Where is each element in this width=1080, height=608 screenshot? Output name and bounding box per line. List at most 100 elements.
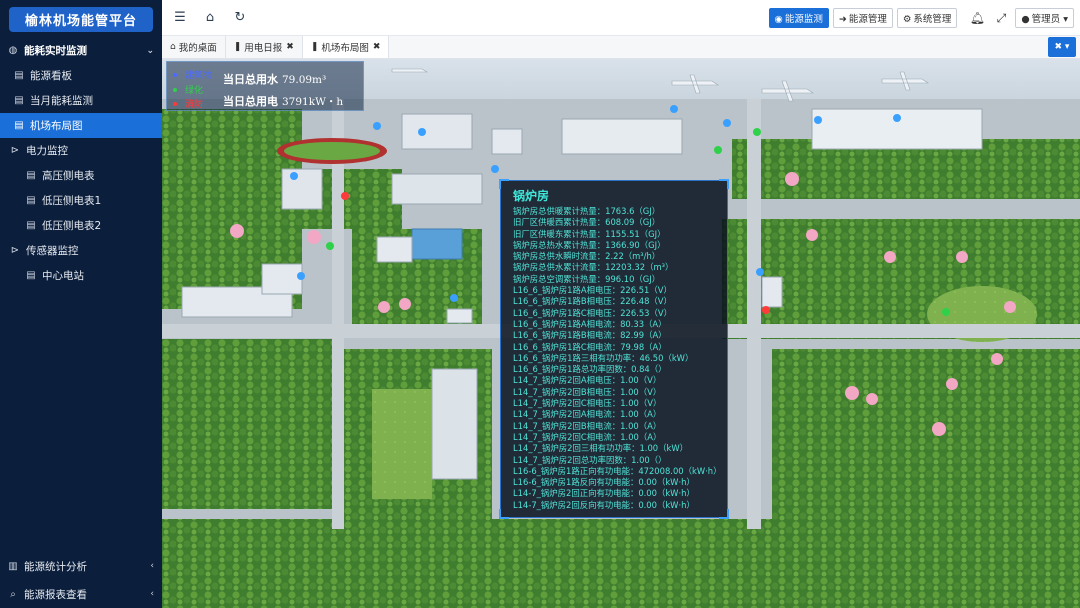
daily-water-summary: 当日总用水 79.09m³: [223, 71, 326, 87]
energy-manage-button[interactable]: ➜ 能源管理: [832, 8, 893, 28]
daily-power-summary: 当日总用电 3791kW・h: [223, 93, 343, 109]
popup-line: L14_7_锅炉房2回B相电压：1.00（V）: [513, 386, 662, 397]
daily-power-value: 3791kW・h: [282, 96, 344, 108]
gear-icon: ⚙: [902, 14, 912, 25]
sidebar-section-reports[interactable]: ⌕ 能源报表查看 ‹: [0, 580, 162, 608]
close-icon[interactable]: ✖: [373, 42, 381, 52]
popup-line: L14_7_锅炉房2回A相电压：1.00（V）: [513, 375, 662, 386]
user-name: 管理员: [1031, 14, 1061, 25]
map-legend: 建筑物 绿化 消防 当日总用水 79.09m³ 当日总用电 3791kW・h: [166, 61, 364, 111]
bell-icon[interactable]: 🔔︎: [967, 11, 987, 25]
popup-line: L14_7_锅炉房2回三相有功功率：1.00（kW）: [513, 443, 689, 454]
button-label: 能源管理: [848, 14, 887, 25]
popup-line: L14-7_锅炉房2回反向有功电能：0.00（kW·h）: [513, 499, 695, 510]
tab-layout-map[interactable]: ❚ 机场布局图 ✖: [302, 36, 390, 58]
sidebar-section-realtime[interactable]: ◍ 能耗实时监测 ⌄: [0, 38, 162, 63]
sidebar-group-power[interactable]: ⊳ 电力监控: [0, 138, 162, 163]
sidebar-item-hv-meter[interactable]: ▤ 高压侧电表: [0, 163, 162, 188]
legend-greenery: 绿化: [173, 83, 203, 96]
popup-line: L14_7_锅炉房2回A相电流：1.00（A）: [513, 409, 662, 420]
popup-line: L16_6_锅炉房1路C相电压：226.53（V）: [513, 307, 672, 318]
tree-block: [162, 339, 332, 509]
boiler-room-popup: 锅炉房 锅炉房总供暖累计热量：1763.6（GJ） 旧厂区供暖西累计热量：608.…: [499, 179, 729, 519]
legend-dot: [173, 87, 177, 92]
close-icon[interactable]: ✖: [286, 42, 294, 52]
arrow-right-icon: ➜: [838, 14, 847, 25]
popup-corner: [719, 509, 729, 519]
popup-line: L16_6_锅炉房1路B相电流：82.99（A）: [513, 330, 667, 341]
tab-my-desktop[interactable]: ⌂ 我的桌面: [162, 36, 226, 58]
sidebar-item-label: 能源看板: [30, 70, 72, 82]
button-label: 系统管理: [913, 14, 952, 25]
sidebar-item-label: 能源报表查看: [24, 588, 87, 601]
legend-label: 消防: [185, 100, 204, 110]
popup-line: L14_7_锅炉房2回B相电流：1.00（A）: [513, 420, 662, 431]
caret-down-icon: ▾: [1063, 14, 1068, 25]
fullscreen-icon[interactable]: ⤢: [991, 11, 1011, 26]
home-icon[interactable]: ⌂: [198, 10, 222, 25]
daily-water-label: 当日总用水: [223, 73, 278, 86]
popup-line: 锅炉房总热水累计热量：1366.90（GJ）: [513, 239, 666, 250]
popup-line: 旧厂区供暖西累计热量：608.09（GJ）: [513, 217, 661, 228]
sidebar-item-label: 中心电站: [42, 270, 84, 282]
system-manage-button[interactable]: ⚙ 系统管理: [896, 8, 958, 28]
popup-line: 锅炉房总供水瞬时流量：2.22（m³/h）: [513, 251, 661, 262]
tab-power-daily[interactable]: ❚ 用电日报 ✖: [226, 36, 303, 58]
sidebar-item-lv-meter-1[interactable]: ▤ 低压侧电表1: [0, 188, 162, 213]
popup-title: 锅炉房: [513, 189, 550, 203]
popup-line: L16_6_锅炉房1路A相电流：80.33（A）: [513, 318, 667, 329]
bar-chart-icon: ▥: [8, 560, 18, 572]
energy-monitor-button[interactable]: ◉ 能源监测: [768, 8, 829, 28]
sidebar-item-layout-map[interactable]: ▤ 机场布局图: [0, 113, 162, 138]
document-icon: ▤: [26, 220, 36, 231]
sidebar-item-label: 机场布局图: [30, 120, 83, 132]
daily-power-label: 当日总用电: [223, 95, 278, 108]
top-bar: ☰ ⌂ ↻ ◉ 能源监测 ➜ 能源管理 ⚙ 系统管理 🔔︎ ⤢ ● 管理员 ▾: [162, 0, 1080, 36]
document-icon: ▤: [26, 170, 36, 181]
legend-label: 绿化: [185, 86, 204, 96]
popup-corner: [499, 509, 509, 519]
app-title: 榆林机场能管平台: [8, 6, 153, 32]
popup-line: 锅炉房总空调累计热量：996.10（GJ）: [513, 273, 661, 284]
sidebar-item-energy-board[interactable]: ▤ 能源看板: [0, 63, 162, 88]
popup-line: L16-6_锅炉房1路反向有功电能：0.00（kW·h）: [513, 477, 695, 488]
popup-line: L16_6_锅炉房1路总功率因数：0.84（）: [513, 364, 667, 375]
sidebar-item-label: 当月能耗监测: [30, 95, 93, 107]
button-label: 能源监测: [784, 14, 823, 25]
sidebar-item-center-station[interactable]: ▤ 中心电站: [0, 263, 162, 288]
tab-tools-button[interactable]: ✖ ▾: [1048, 37, 1076, 57]
popup-line: 旧厂区供暖东累计热量：1155.51（GJ）: [513, 228, 666, 239]
folder-open-icon: ⊳: [10, 145, 20, 156]
sidebar-item-lv-meter-2[interactable]: ▤ 低压侧电表2: [0, 213, 162, 238]
user-menu-button[interactable]: ● 管理员 ▾: [1015, 8, 1074, 28]
sidebar-section-stats[interactable]: ▥ 能源统计分析 ‹: [0, 552, 162, 580]
user-icon: ●: [1021, 14, 1030, 25]
popup-line: 锅炉房总供水累计流量：12203.32（m³）: [513, 262, 674, 273]
bookmark-icon: ❚: [233, 42, 242, 52]
sidebar-bottom: ▥ 能源统计分析 ‹ ⌕ 能源报表查看 ‹: [0, 552, 162, 608]
sidebar-group-sensor[interactable]: ⊳ 传感器监控: [0, 238, 162, 263]
tab-label: 我的桌面: [178, 43, 217, 54]
search-icon: ⌕: [10, 588, 16, 600]
sidebar-item-monthly[interactable]: ▤ 当月能耗监测: [0, 88, 162, 113]
refresh-icon[interactable]: ↻: [228, 10, 252, 25]
document-icon: ▤: [26, 195, 36, 206]
popup-lines: 锅炉房总供暖累计热量：1763.6（GJ） 旧厂区供暖西累计热量：608.09（G…: [513, 206, 727, 511]
brand: 榆林机场能管平台: [0, 0, 162, 38]
bookmark-icon: ❚: [310, 42, 319, 52]
legend-building: 建筑物: [173, 68, 212, 81]
popup-line: L16_6_锅炉房1路C相电流：79.98（A）: [513, 341, 667, 352]
tab-bar: ⌂ 我的桌面 ❚ 用电日报 ✖ ❚ 机场布局图 ✖ ✖ ▾: [162, 36, 1080, 59]
tab-label: 用电日报: [244, 43, 283, 54]
chevron-left-icon: ‹: [150, 561, 154, 571]
tree-block: [772, 349, 1080, 529]
popup-line: L14_7_锅炉房2回C相电压：1.00（V）: [513, 398, 662, 409]
sidebar-item-label: 电力监控: [26, 145, 68, 157]
menu-toggle-icon[interactable]: ☰: [168, 10, 192, 25]
sidebar-item-label: 低压侧电表1: [42, 195, 102, 207]
chevron-left-icon: ‹: [150, 589, 154, 599]
road: [747, 99, 761, 529]
document-icon: ▤: [14, 120, 24, 131]
airport-map[interactable]: 建筑物 绿化 消防 当日总用水 79.09m³ 当日总用电 3791kW・h 锅炉房…: [162, 59, 1080, 608]
document-icon: ▤: [26, 270, 36, 281]
